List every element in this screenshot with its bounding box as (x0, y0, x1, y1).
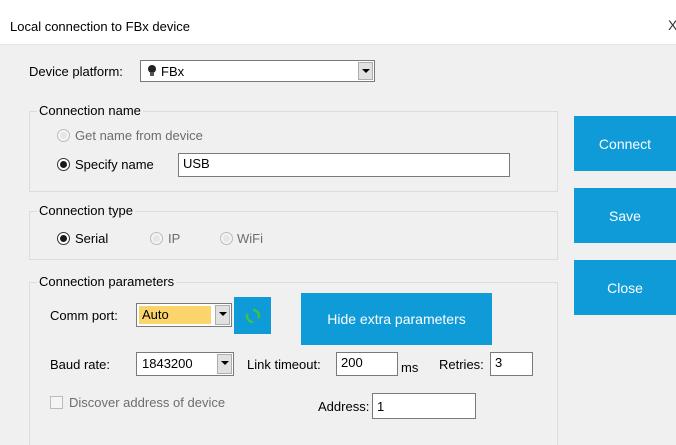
comm-port-value: Auto (139, 306, 211, 324)
discover-address-checkbox[interactable] (50, 396, 63, 409)
close-button[interactable]: Close (574, 260, 676, 315)
connect-button[interactable]: Connect (574, 116, 676, 171)
specify-name-label: Specify name (75, 157, 154, 172)
comm-port-select[interactable]: Auto (136, 303, 232, 327)
baud-rate-value: 1843200 (142, 356, 193, 371)
window-close-icon[interactable]: X (668, 17, 676, 33)
connection-parameters-legend: Connection parameters (37, 274, 177, 289)
wifi-label: WiFi (237, 231, 263, 246)
refresh-button[interactable] (234, 297, 271, 334)
radio-serial[interactable] (57, 232, 70, 245)
connection-name-legend: Connection name (37, 103, 143, 118)
address-input[interactable]: 1 (372, 393, 476, 419)
serial-label: Serial (75, 231, 109, 246)
connection-name-input[interactable]: USB (178, 153, 510, 177)
link-timeout-input[interactable]: 200 (336, 352, 398, 376)
hide-extra-parameters-button[interactable]: Hide extra parameters (301, 293, 492, 345)
radio-ip[interactable] (150, 232, 163, 245)
refresh-icon (244, 308, 261, 324)
baud-rate-label: Baud rate: (50, 357, 110, 372)
baud-rate-select[interactable]: 1843200 (136, 352, 234, 376)
radio-get-name-from-device[interactable] (57, 129, 70, 142)
window-title: Local connection to FBx device (10, 19, 190, 34)
device-platform-value: FBx (161, 64, 185, 79)
save-button[interactable]: Save (574, 188, 676, 243)
chevron-down-icon[interactable] (215, 305, 230, 325)
lightbulb-icon (147, 64, 157, 81)
link-timeout-label: Link timeout: (247, 357, 321, 372)
radio-specify-name[interactable] (57, 158, 70, 171)
chevron-down-icon[interactable] (358, 62, 373, 80)
ip-label: IP (168, 231, 181, 246)
connection-type-legend: Connection type (37, 203, 135, 218)
retries-input[interactable]: 3 (490, 352, 533, 376)
comm-port-label: Comm port: (50, 308, 118, 323)
device-platform-label: Device platform: (29, 64, 123, 79)
discover-address-label: Discover address of device (69, 395, 226, 410)
chevron-down-icon[interactable] (217, 354, 232, 374)
radio-wifi[interactable] (220, 232, 233, 245)
link-timeout-unit: ms (401, 360, 419, 375)
connection-type-group (29, 211, 558, 260)
address-label: Address: (318, 399, 370, 414)
retries-label: Retries: (439, 357, 484, 372)
connection-name-group (29, 111, 558, 192)
device-platform-select[interactable]: FBx (140, 60, 375, 82)
get-name-from-device-label: Get name from device (75, 128, 203, 143)
